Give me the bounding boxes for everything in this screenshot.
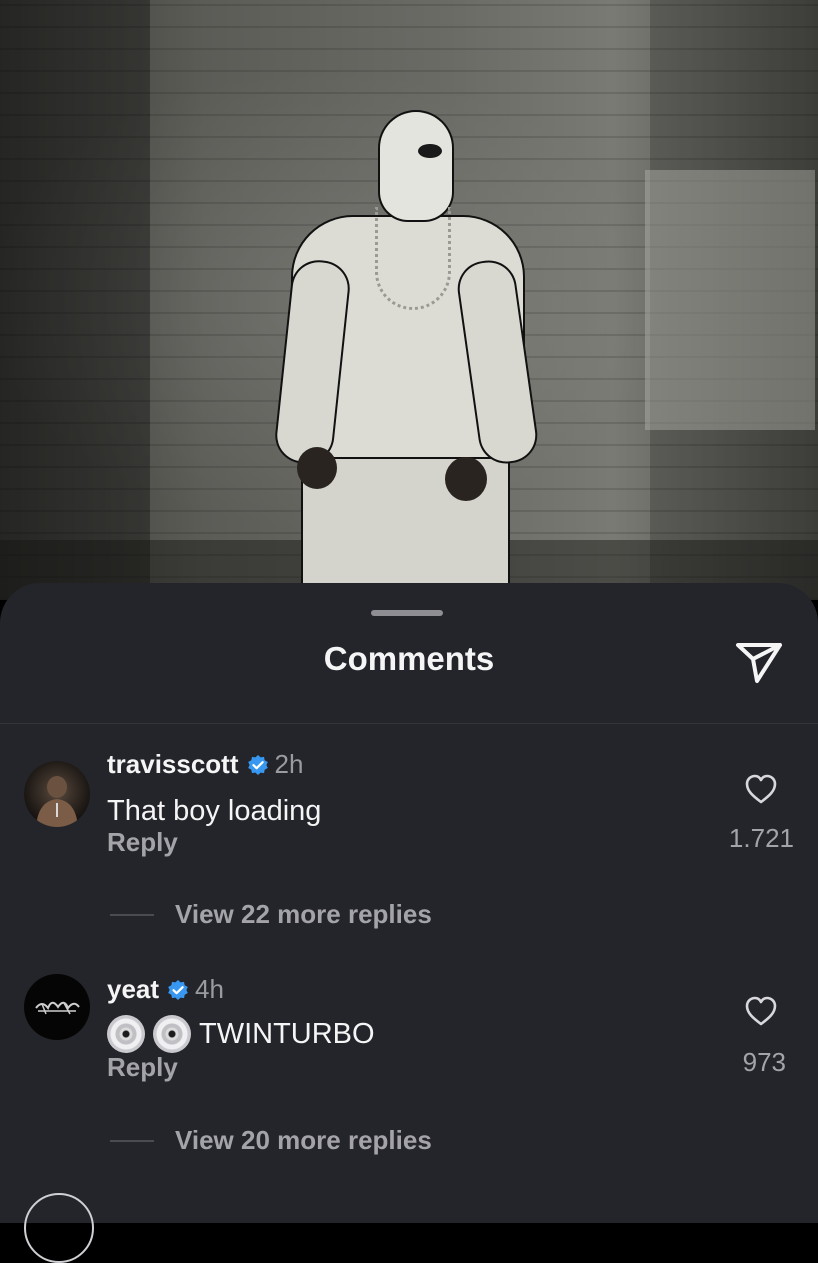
comments-sheet: Comments travisscott 2h That boy loading… (0, 583, 818, 1223)
view-more-replies-label: View 20 more replies (175, 1125, 432, 1155)
sheet-divider (0, 723, 818, 724)
sheet-title: Comments (323, 640, 495, 677)
figure-eye-hole (418, 144, 442, 158)
reply-button[interactable]: Reply (107, 827, 178, 858)
photo-masked-figure (274, 112, 539, 592)
like-count: 1.721 (728, 823, 794, 853)
heart-icon[interactable] (744, 773, 778, 805)
replies-line (110, 913, 154, 916)
figure-hood (380, 112, 452, 220)
share-icon[interactable] (734, 639, 784, 685)
avatar[interactable] (24, 974, 90, 1040)
view-more-replies[interactable]: View 20 more replies (110, 1125, 432, 1156)
verified-badge-icon (247, 754, 268, 775)
comment-header: travisscott 2h (107, 749, 303, 780)
photo-wall-patch (645, 170, 815, 430)
view-more-replies-label: View 22 more replies (175, 899, 432, 929)
comment-header: yeat 4h (107, 974, 224, 1005)
replies-line (110, 1139, 154, 1142)
post-photo (0, 0, 818, 600)
figure-hand-right (445, 457, 487, 501)
photo-shadow-left (0, 0, 150, 600)
like-count: 973 (742, 1047, 786, 1077)
verified-badge-icon (168, 979, 188, 1000)
cd-emoji (107, 1015, 145, 1053)
reply-button[interactable]: Reply (107, 1052, 178, 1083)
comment-text: That boy loading (107, 795, 322, 827)
comment-time: 4h (195, 974, 224, 1004)
figure-hand-left (297, 447, 337, 489)
comment-text: TWINTURBO (199, 1017, 375, 1050)
heart-icon[interactable] (744, 995, 778, 1027)
avatar-silhouette (36, 776, 78, 827)
avatar-logo (35, 1001, 80, 1015)
sheet-drag-handle[interactable] (371, 610, 443, 616)
avatar[interactable] (24, 761, 90, 827)
comment-username[interactable]: yeat (107, 974, 159, 1005)
cd-emoji (153, 1015, 191, 1053)
comment-time: 2h (274, 749, 304, 779)
view-more-replies[interactable]: View 22 more replies (110, 899, 432, 930)
figure-chain (375, 207, 451, 310)
comment-username[interactable]: travisscott (107, 749, 239, 780)
comment-text-row: TWINTURBO (107, 1015, 375, 1053)
next-comment-avatar[interactable] (24, 1193, 94, 1263)
